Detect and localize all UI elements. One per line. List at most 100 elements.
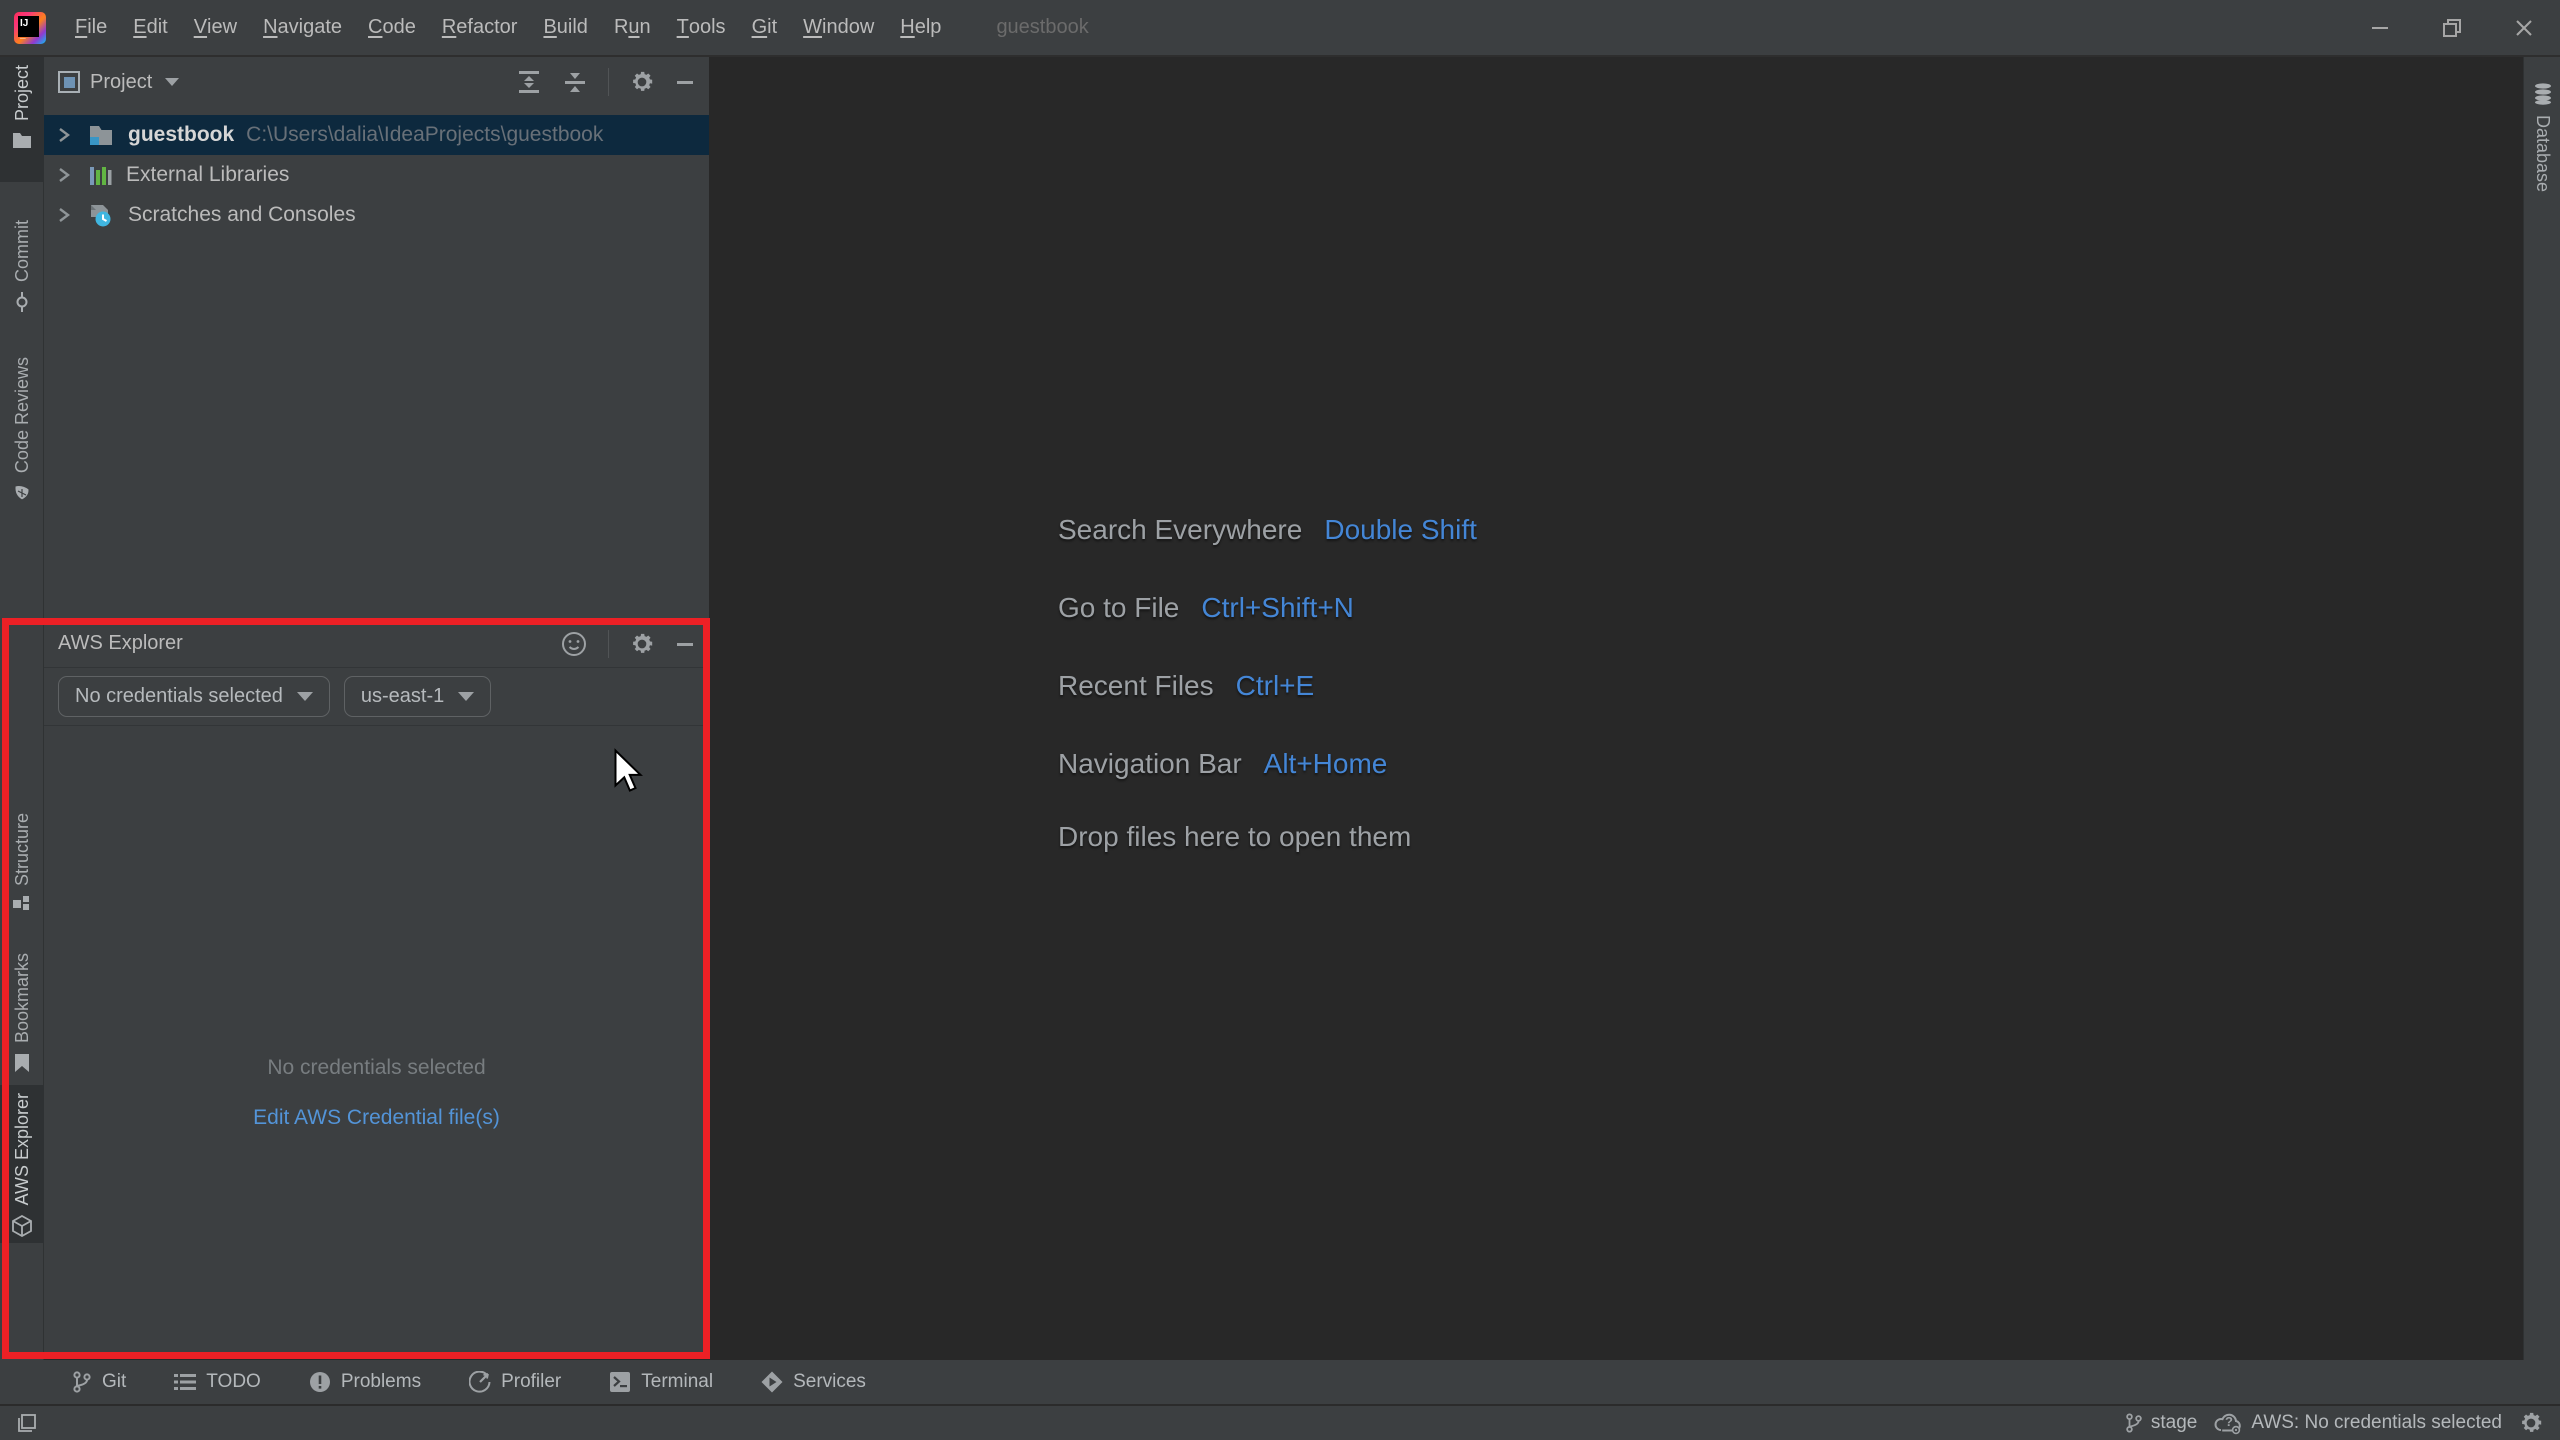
git-branch-icon bbox=[2125, 1413, 2143, 1433]
label-part: H bbox=[900, 16, 915, 38]
profiler-gauge-icon bbox=[469, 1371, 491, 1393]
menu-refactor[interactable]: Refactor bbox=[429, 0, 531, 55]
stripe-tab-label: AWS Explorer bbox=[11, 1093, 32, 1206]
settings-gear-icon[interactable] bbox=[2518, 1410, 2544, 1436]
label-part: W bbox=[803, 16, 823, 38]
shortcut-label: Recent Files bbox=[1058, 670, 1214, 701]
label-part: ode bbox=[382, 16, 416, 38]
menu-tools[interactable]: Tools bbox=[664, 0, 739, 55]
collapse-all-icon[interactable] bbox=[562, 70, 588, 94]
toolbar-label: TODO bbox=[206, 1371, 261, 1392]
toolbar-profiler[interactable]: Profiler bbox=[469, 1371, 561, 1393]
menu-build[interactable]: Build bbox=[530, 0, 600, 55]
stripe-tab-bookmarks[interactable]: Bookmarks bbox=[0, 945, 44, 1073]
menu-navigate[interactable]: Navigate bbox=[250, 0, 355, 55]
stripe-tab-database[interactable]: Database bbox=[2524, 57, 2560, 277]
libraries-icon bbox=[88, 163, 112, 187]
edit-credentials-link[interactable]: Edit AWS Credential file(s) bbox=[253, 1106, 500, 1130]
stripe-tab-structure[interactable]: Structure bbox=[0, 805, 44, 917]
dropdown-arrow-icon bbox=[296, 692, 313, 701]
toolbar-todo[interactable]: TODO bbox=[174, 1371, 261, 1393]
hide-panel-icon[interactable] bbox=[675, 72, 695, 92]
tree-row-scratches[interactable]: Scratches and Consoles bbox=[44, 195, 709, 235]
database-icon bbox=[2533, 83, 2553, 105]
label-part: iew bbox=[207, 16, 238, 38]
toolbar-git[interactable]: Git bbox=[72, 1371, 126, 1393]
restore-button[interactable] bbox=[2416, 0, 2488, 55]
code-reviews-icon bbox=[12, 483, 32, 503]
label-part: N bbox=[263, 16, 278, 38]
intellij-logo-icon: IJ _ bbox=[14, 11, 46, 44]
folder-icon bbox=[12, 131, 32, 149]
toolbar-label: Profiler bbox=[501, 1371, 562, 1392]
project-panel-title[interactable]: Project bbox=[90, 71, 152, 94]
stripe-tab-label: Structure bbox=[11, 813, 32, 887]
commit-icon bbox=[12, 292, 32, 312]
region-dropdown[interactable]: us-east-1 bbox=[343, 676, 492, 717]
menu-help[interactable]: Help bbox=[887, 0, 954, 55]
tree-row-external-libraries[interactable]: External Libraries bbox=[44, 155, 709, 195]
stripe-tab-commit[interactable]: Commit bbox=[0, 212, 44, 324]
expand-all-icon[interactable] bbox=[516, 70, 542, 94]
feedback-smiley-icon[interactable] bbox=[560, 630, 588, 658]
restore-icon bbox=[2441, 17, 2463, 39]
shortcut-keys: Ctrl+E bbox=[1235, 670, 1315, 701]
shortcut-keys: Double Shift bbox=[1324, 514, 1477, 545]
label-part: ile bbox=[87, 16, 108, 38]
cloud-question-icon: ? bbox=[2213, 1411, 2243, 1435]
stripe-tab-label: Bookmarks bbox=[11, 953, 32, 1044]
project-tool-window: Project guestbook C:\Users\dalia\IdeaPro… bbox=[44, 57, 710, 620]
label-part: ools bbox=[688, 16, 726, 38]
menu-window[interactable]: Window bbox=[790, 0, 887, 55]
toolbar-services[interactable]: Services bbox=[761, 1371, 866, 1393]
label-part: F bbox=[75, 16, 88, 38]
shortcut-row: Search Everywhere Double Shift bbox=[1058, 509, 1477, 550]
credentials-dropdown[interactable]: No credentials selected bbox=[58, 676, 330, 717]
chevron-right-icon[interactable] bbox=[58, 205, 70, 225]
settings-gear-icon[interactable] bbox=[629, 69, 655, 95]
minimize-button[interactable] bbox=[2344, 0, 2416, 55]
stripe-tab-code-reviews[interactable]: Code Reviews bbox=[0, 349, 44, 507]
minimize-icon bbox=[2369, 17, 2391, 39]
menu-git[interactable]: Git bbox=[739, 0, 791, 55]
project-tree: guestbook C:\Users\dalia\IdeaProjects\gu… bbox=[44, 115, 709, 235]
settings-gear-icon[interactable] bbox=[629, 631, 655, 657]
label-part: R bbox=[613, 16, 629, 38]
tool-window-stripes-toggle-icon[interactable] bbox=[16, 1412, 38, 1434]
shortcut-row: Go to File Ctrl+Shift+N bbox=[1058, 587, 1477, 628]
chevron-right-icon[interactable] bbox=[58, 165, 70, 185]
aws-panel-title: AWS Explorer bbox=[58, 632, 183, 654]
label-part: dit bbox=[146, 16, 168, 38]
toolbar-problems[interactable]: Problems bbox=[309, 1371, 421, 1393]
label-part: R bbox=[441, 16, 457, 38]
stripe-tab-aws-explorer[interactable]: AWS Explorer bbox=[0, 1085, 44, 1243]
tree-row-guestbook[interactable]: guestbook C:\Users\dalia\IdeaProjects\gu… bbox=[44, 115, 709, 155]
close-button[interactable] bbox=[2488, 0, 2560, 55]
chevron-down-icon[interactable] bbox=[164, 77, 180, 87]
hide-panel-icon[interactable] bbox=[675, 634, 695, 654]
shortcut-label: Go to File bbox=[1058, 592, 1180, 623]
aws-explorer-tool-window: AWS Explorer No credentials selected us-… bbox=[44, 620, 710, 1358]
menu-run[interactable]: Run bbox=[601, 0, 664, 55]
tree-node-label: Scratches and Consoles bbox=[128, 203, 356, 226]
menu-view[interactable]: View bbox=[181, 0, 250, 55]
git-branch-widget[interactable]: stage bbox=[2125, 1412, 2197, 1434]
toolbar-terminal[interactable]: Terminal bbox=[609, 1371, 713, 1393]
tool-window-bar: Git TODO Problems Profiler Terminal Serv… bbox=[0, 1360, 2560, 1404]
scratches-clock-icon bbox=[88, 202, 114, 228]
left-tool-stripe: Project Commit Code Reviews Structure Bo… bbox=[0, 57, 44, 1404]
menu-edit[interactable]: Edit bbox=[120, 0, 180, 55]
aws-empty-state: No credentials selected Edit AWS Credent… bbox=[44, 726, 709, 1130]
menu-code[interactable]: Code bbox=[355, 0, 429, 55]
label-part: E bbox=[133, 16, 147, 38]
project-folder-icon bbox=[88, 123, 114, 147]
chevron-right-icon[interactable] bbox=[58, 125, 70, 145]
project-view-icon bbox=[58, 71, 80, 93]
svg-text:?: ? bbox=[2225, 1414, 2233, 1429]
toolbar-label: Terminal bbox=[641, 1371, 714, 1392]
menu-file[interactable]: File bbox=[62, 0, 120, 55]
label-part: uild bbox=[556, 16, 588, 38]
aws-connection-widget[interactable]: ? AWS: No credentials selected bbox=[2213, 1411, 2502, 1435]
todo-list-icon bbox=[174, 1373, 197, 1391]
stripe-tab-project[interactable]: Project bbox=[0, 57, 44, 182]
